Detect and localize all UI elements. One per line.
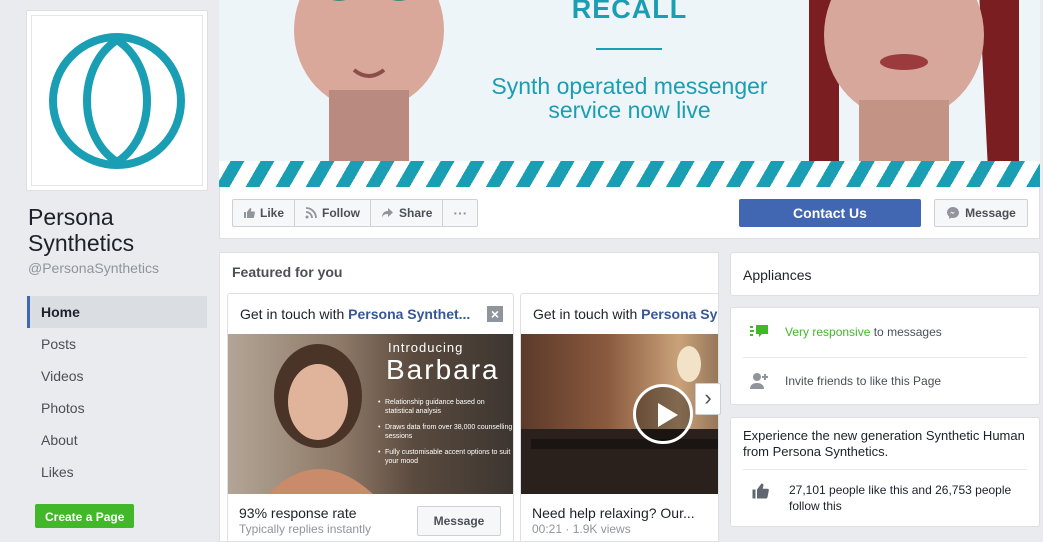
profile-picture[interactable] (26, 10, 208, 191)
card-foot-title: 93% response rate (239, 505, 357, 521)
barbara-promo-image[interactable]: Introducing Barbara Relationship guidanc… (228, 334, 513, 494)
promo-bullet: Fully customisable accent options to sui… (378, 448, 513, 466)
card-foot-subtitle: 00:21 · 1.9K views (532, 522, 631, 536)
likes-count-text: 27,101 people like this and 26,753 peopl… (789, 483, 1012, 513)
page-title[interactable]: Persona Synthetics (28, 204, 208, 256)
play-icon (658, 403, 678, 427)
about-box: Experience the new generation Synthetic … (730, 417, 1040, 527)
logo-frame (31, 15, 203, 186)
featured-card-message[interactable]: Get in touch with Persona Synthet... × I… (227, 293, 514, 541)
nav-item-likes[interactable]: Likes (27, 456, 207, 488)
card-heading: Get in touch with Persona Synthet... (240, 306, 480, 322)
nav-item-about[interactable]: About (27, 424, 207, 456)
share-button[interactable]: Share (370, 199, 444, 227)
likes-summary-row: 27,101 people like this and 26,753 peopl… (751, 482, 1029, 514)
nav-item-photos[interactable]: Photos (27, 392, 207, 424)
page-action-bar: Like Follow Share ··· Contact Us Message (219, 187, 1040, 239)
more-options-button[interactable]: ··· (442, 199, 479, 227)
messenger-icon (947, 207, 960, 219)
card-heading-prefix: Get in touch with (533, 306, 642, 322)
card-message-button[interactable]: Message (417, 506, 501, 536)
cover-headline: RECALL (571, 0, 688, 24)
page-category[interactable]: Appliances (730, 252, 1040, 296)
promo-intro-small: Introducing (388, 340, 464, 355)
featured-section: Featured for you Get in touch with Perso… (219, 252, 719, 542)
thumbs-up-icon (244, 208, 255, 218)
message-label: Message (965, 206, 1016, 220)
cover-stripes (219, 161, 1040, 187)
invite-friends-row[interactable]: Invite friends to like this Page (731, 357, 1039, 405)
promo-bullet: Draws data from over 38,000 counselling … (378, 423, 513, 441)
add-friend-icon (750, 373, 768, 389)
woman-portrait-image (268, 344, 373, 494)
responsive-rest: to messages (870, 325, 942, 339)
chat-bubbles-icon (750, 325, 768, 337)
card-heading: Get in touch with Persona Synthetics (533, 306, 718, 322)
card-heading-prefix: Get in touch with (240, 306, 349, 322)
promo-intro-big: Barbara (386, 354, 500, 385)
follow-label: Follow (322, 206, 361, 220)
play-button[interactable] (633, 384, 693, 444)
thumbs-up-icon (752, 483, 769, 499)
invite-friends-text: Invite friends to like this Page (785, 374, 942, 388)
cover-divider (596, 48, 662, 50)
like-label: Like (260, 206, 285, 220)
card-heading-page-link[interactable]: Persona Synthet... (348, 306, 470, 322)
divider (743, 469, 1027, 470)
responsiveness-box: Very responsive to messages Invite frien… (730, 307, 1040, 405)
responsive-row: Very responsive to messages (731, 308, 1039, 356)
cover-photo[interactable]: RECALL Synth operated messenger service … (219, 0, 1040, 187)
promo-bullet-list: Relationship guidance based on statistic… (378, 398, 513, 473)
card-foot-subtitle: Typically replies instantly (239, 522, 372, 536)
featured-card-video[interactable]: Get in touch with Persona Synthetics Nee… (520, 293, 718, 541)
cover-tagline-line1: Synth operated messenger (491, 73, 768, 99)
promo-bullet: Relationship guidance based on statistic… (378, 398, 513, 416)
responsive-strong: Very responsive (785, 325, 871, 339)
persona-logo-icon (49, 32, 185, 169)
about-description: Experience the new generation Synthetic … (743, 428, 1025, 459)
follow-button[interactable]: Follow (294, 199, 372, 227)
rss-follow-icon (305, 207, 317, 219)
close-icon[interactable]: × (487, 306, 503, 322)
share-label: Share (399, 206, 433, 220)
like-button[interactable]: Like (232, 199, 296, 227)
message-button[interactable]: Message (934, 199, 1028, 227)
action-button-group: Like Follow Share ··· (232, 199, 479, 227)
nav-item-home[interactable]: Home (27, 296, 207, 328)
nav-item-videos[interactable]: Videos (27, 360, 207, 392)
nav-item-posts[interactable]: Posts (27, 328, 207, 360)
create-page-button[interactable]: Create a Page (35, 504, 135, 528)
share-arrow-icon (382, 208, 394, 218)
chevron-right-icon[interactable]: › (695, 383, 721, 415)
video-thumbnail[interactable] (521, 334, 718, 494)
contact-us-button[interactable]: Contact Us (739, 199, 921, 227)
cover-tagline: Synth operated messenger service now liv… (219, 74, 1040, 122)
card-heading-page-link[interactable]: Persona Synthetics (641, 306, 718, 322)
cover-tagline-line2: service now live (548, 97, 711, 123)
page-handle[interactable]: @PersonaSynthetics (28, 260, 159, 276)
featured-title: Featured for you (232, 264, 343, 280)
card-foot-title: Need help relaxing? Our... (532, 505, 695, 521)
responsive-text: Very responsive to messages (785, 325, 942, 339)
left-nav: Home Posts Videos Photos About Likes (27, 296, 207, 488)
more-dots-icon: ··· (453, 205, 468, 221)
